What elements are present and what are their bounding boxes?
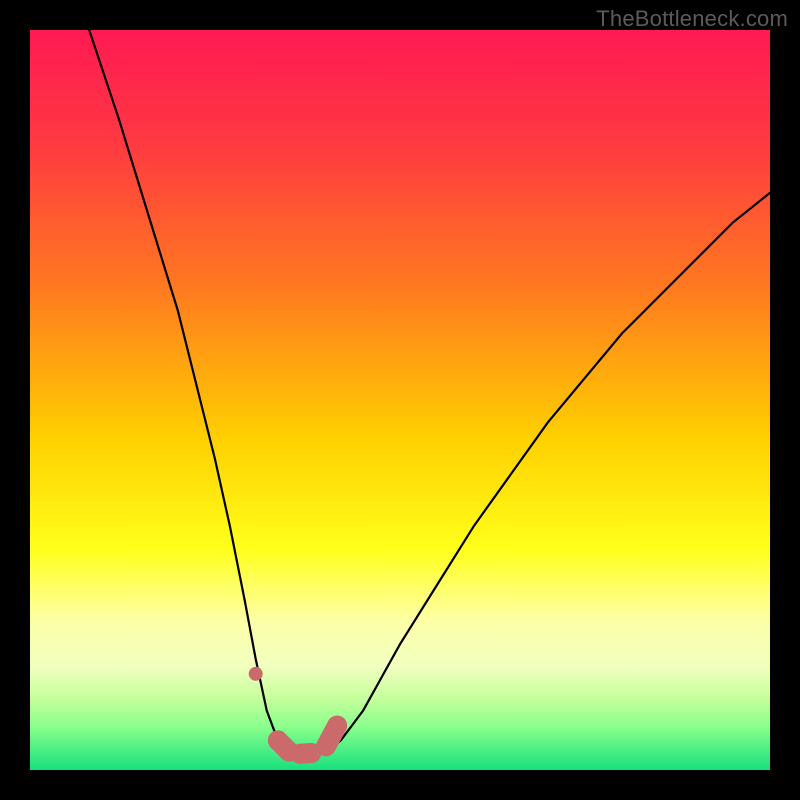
marker-dot bbox=[316, 736, 336, 756]
bottleneck-chart bbox=[30, 30, 770, 770]
outer-frame: TheBottleneck.com bbox=[0, 0, 800, 800]
marker-dot bbox=[327, 716, 347, 736]
gradient-background bbox=[30, 30, 770, 770]
watermark-label: TheBottleneck.com bbox=[596, 6, 788, 32]
marker-dot bbox=[249, 667, 263, 681]
